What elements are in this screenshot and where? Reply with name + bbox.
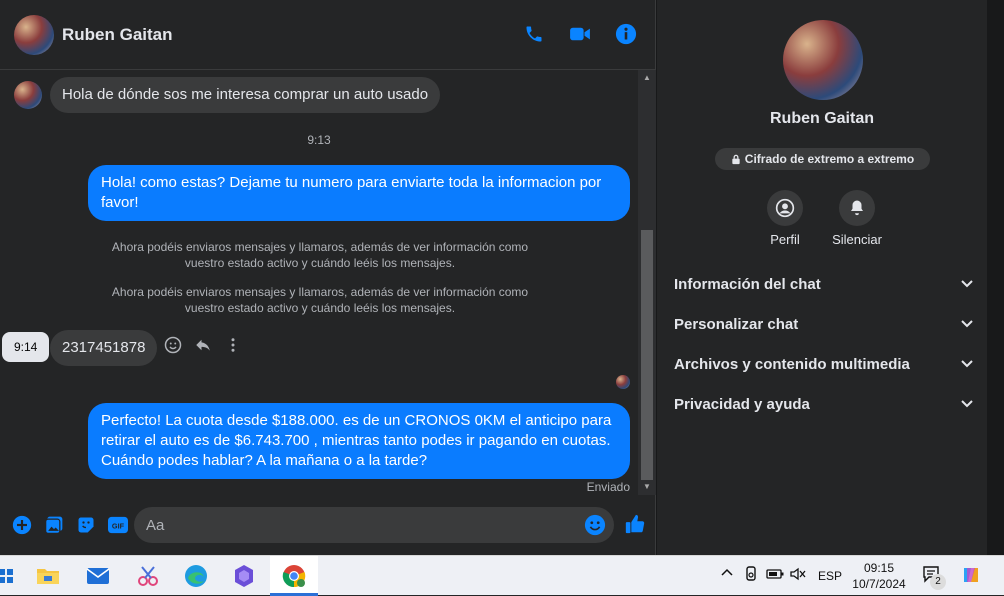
photo-icon[interactable]: [43, 514, 65, 536]
chevron-down-icon: [961, 320, 973, 328]
svg-text:GIF: GIF: [112, 522, 125, 531]
scroll-thumb[interactable]: [641, 230, 653, 480]
chrome-icon[interactable]: [280, 562, 308, 590]
chat-panel: Ruben Gaitan Hola de dónde sos me intere…: [0, 0, 656, 555]
read-receipt-avatar: [616, 375, 630, 389]
phone-icon[interactable]: [522, 22, 546, 46]
volume-muted-icon[interactable]: [790, 567, 806, 584]
message-row: Hola! como estas? Dejame tu numero para …: [88, 165, 630, 221]
delivery-status: Enviado: [586, 480, 630, 494]
chevron-down-icon: [961, 280, 973, 288]
more-options-icon[interactable]: [224, 336, 242, 359]
section-media-files[interactable]: Archivos y contenido multimedia: [674, 344, 974, 384]
message-input-placeholder: Aa: [146, 516, 165, 534]
section-privacy-help[interactable]: Privacidad y ayuda: [674, 384, 974, 424]
mute-button[interactable]: Silenciar: [822, 190, 892, 247]
sticker-icon[interactable]: [75, 514, 97, 536]
header-actions: [522, 22, 638, 46]
copilot-app-icon[interactable]: [230, 562, 258, 590]
message-list[interactable]: Hola de dónde sos me interesa comprar un…: [0, 70, 638, 495]
bell-icon[interactable]: [839, 190, 875, 226]
profile-avatar[interactable]: [783, 20, 863, 100]
gif-icon[interactable]: GIF: [107, 514, 129, 536]
incoming-message[interactable]: 2317451878: [50, 330, 158, 366]
notification-count-badge: 2: [930, 574, 946, 590]
profile-icon[interactable]: [767, 190, 803, 226]
file-explorer-icon[interactable]: [34, 562, 62, 590]
message-actions: [164, 336, 242, 359]
outgoing-message[interactable]: Hola! como estas? Dejame tu numero para …: [88, 165, 630, 221]
chat-details-panel: Ruben Gaitan Cifrado de extremo a extrem…: [657, 0, 987, 555]
message-input[interactable]: Aa: [134, 507, 614, 543]
reply-icon[interactable]: [194, 336, 212, 359]
mail-icon[interactable]: [84, 562, 112, 590]
scrollbar[interactable]: ▲ ▼: [638, 70, 656, 495]
taskbar: ESP 09:15 10/7/2024 2: [0, 555, 1004, 596]
mute-label: Silenciar: [832, 232, 882, 247]
scroll-up-icon[interactable]: ▲: [641, 72, 653, 84]
info-icon[interactable]: [614, 22, 638, 46]
like-icon[interactable]: [624, 513, 646, 535]
emoji-icon[interactable]: [584, 514, 606, 536]
language-indicator[interactable]: ESP: [818, 569, 842, 583]
clock[interactable]: 09:15 10/7/2024: [846, 560, 912, 592]
chevron-down-icon: [961, 400, 973, 408]
section-label: Privacidad y ayuda: [674, 395, 810, 413]
encryption-badge[interactable]: Cifrado de extremo a extremo: [715, 148, 930, 170]
copilot-preview-icon[interactable]: [960, 564, 982, 589]
profile-label: Perfil: [770, 232, 800, 247]
message-row: 2317451878: [50, 330, 158, 366]
sync-icon[interactable]: [744, 566, 758, 585]
composer: GIF Aa: [0, 495, 656, 555]
chevron-down-icon: [961, 360, 973, 368]
scroll-down-icon[interactable]: ▼: [641, 481, 653, 493]
lock-icon: [732, 154, 740, 164]
profile-name: Ruben Gaitan: [769, 110, 874, 127]
react-icon[interactable]: [164, 336, 182, 359]
message-timestamp: 9:13: [307, 133, 331, 147]
messenger-app: Ruben Gaitan Hola de dónde sos me intere…: [0, 0, 1004, 555]
clock-date: 10/7/2024: [852, 577, 906, 591]
show-hidden-icons-icon[interactable]: [720, 565, 734, 582]
profile-button[interactable]: Perfil: [750, 190, 820, 247]
message-row: Perfecto! La cuota desde $188.000. es de…: [88, 403, 630, 479]
incoming-message[interactable]: Hola de dónde sos me interesa comprar un…: [50, 77, 441, 113]
encryption-label: Cifrado de extremo a extremo: [744, 152, 915, 166]
video-call-icon[interactable]: [568, 22, 592, 46]
section-chat-info[interactable]: Información del chat: [674, 264, 974, 304]
section-label: Información del chat: [674, 275, 821, 293]
contact-name[interactable]: Ruben Gaitan: [62, 25, 173, 45]
message-row: Hola de dónde sos me interesa comprar un…: [14, 77, 441, 113]
edge-icon[interactable]: [182, 562, 210, 590]
system-notice: Ahora podéis enviaros mensajes y llamaro…: [111, 240, 529, 270]
add-icon[interactable]: [11, 514, 33, 536]
chat-header: Ruben Gaitan: [0, 0, 656, 70]
sender-avatar: [14, 81, 42, 109]
snipping-tool-icon[interactable]: [134, 562, 162, 590]
clock-time: 09:15: [863, 561, 895, 575]
system-notice: Ahora podéis enviaros mensajes y llamaro…: [111, 285, 529, 315]
time-tooltip: 9:14: [2, 332, 50, 362]
section-label: Archivos y contenido multimedia: [674, 355, 910, 373]
outgoing-message[interactable]: Perfecto! La cuota desde $188.000. es de…: [88, 403, 630, 479]
section-customize-chat[interactable]: Personalizar chat: [674, 304, 974, 344]
battery-icon[interactable]: [766, 568, 784, 582]
section-label: Personalizar chat: [674, 315, 799, 333]
window-edge: [987, 0, 1004, 555]
start-icon[interactable]: [0, 562, 20, 590]
contact-avatar[interactable]: [14, 14, 54, 55]
